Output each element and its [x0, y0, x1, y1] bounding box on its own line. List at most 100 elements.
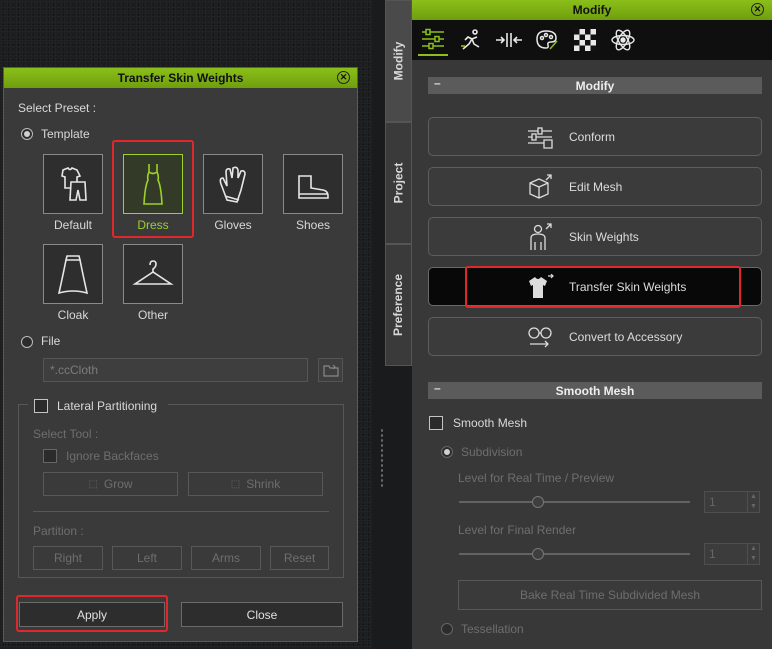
grow-button[interactable]: ⬚ Grow — [43, 472, 178, 496]
tab-project[interactable]: Project — [385, 122, 412, 244]
panel-title-bar: Modify ✕ — [412, 0, 772, 20]
smooth-mesh-section-header[interactable]: – Smooth Mesh — [428, 381, 762, 399]
edit-mesh-label: Edit Mesh — [569, 179, 623, 194]
preset-other-label: Other — [137, 308, 168, 322]
conform-button[interactable]: Conform — [428, 117, 762, 156]
ignore-backfaces-label: Ignore Backfaces — [66, 449, 159, 463]
tab-preference-label: Preference — [391, 273, 406, 337]
lateral-partitioning-checkbox[interactable] — [34, 399, 48, 413]
spin-arrows-icon[interactable]: ▲ ▼ — [747, 544, 759, 564]
glasses-icon — [525, 322, 555, 352]
convert-to-accessory-label: Convert to Accessory — [569, 329, 683, 344]
collapse-icon: – — [434, 381, 441, 395]
template-radio[interactable] — [21, 128, 33, 140]
tessellation-radio[interactable] — [441, 623, 453, 635]
subdivision-radio[interactable] — [441, 446, 453, 458]
skin-weights-icon — [525, 222, 555, 252]
shirt-pants-icon — [43, 154, 103, 214]
glove-icon — [203, 154, 263, 214]
modify-section-header[interactable]: – Modify — [428, 76, 762, 94]
preset-gloves-label: Gloves — [214, 218, 252, 232]
modify-panel: Modify ✕ – Modify Conform Edit Mesh Skin… — [412, 0, 772, 649]
checkerboard-icon[interactable] — [570, 24, 600, 56]
file-label: File — [41, 334, 61, 348]
hanger-icon — [123, 244, 183, 304]
boot-icon — [283, 154, 343, 214]
tab-modify[interactable]: Modify — [385, 0, 412, 122]
apply-highlight-frame — [16, 595, 168, 632]
modify-section-title: Modify — [575, 78, 615, 93]
transfer-highlight-frame — [465, 266, 741, 308]
panel-resize-grip[interactable] — [380, 428, 384, 488]
select-preset-label: Select Preset : — [18, 101, 97, 115]
level-realtime-spinbox[interactable]: 1 ▲ ▼ — [704, 491, 760, 513]
preset-other[interactable]: Other — [123, 244, 183, 322]
lateral-partitioning-label: Lateral Partitioning — [57, 399, 158, 413]
skin-weights-label: Skin Weights — [569, 229, 639, 244]
file-radio[interactable] — [21, 336, 33, 348]
edit-mesh-button[interactable]: Edit Mesh — [428, 167, 762, 206]
dress-highlight-frame — [112, 140, 194, 238]
subdivision-label: Subdivision — [461, 445, 523, 459]
panel-toolbar — [412, 20, 772, 60]
shrink-icon: ⬚ — [230, 478, 241, 490]
preset-cloak[interactable]: Cloak — [43, 244, 103, 322]
tab-preference[interactable]: Preference — [385, 244, 412, 366]
file-path-field[interactable]: *.ccCloth — [43, 358, 308, 382]
partition-arms-button[interactable]: Arms — [191, 546, 261, 570]
close-icon[interactable]: ✕ — [751, 3, 764, 16]
cloak-icon — [43, 244, 103, 304]
smooth-mesh-label: Smooth Mesh — [453, 416, 528, 430]
compress-arrows-icon[interactable] — [494, 24, 524, 56]
sliders-icon[interactable] — [418, 24, 448, 56]
palette-icon[interactable] — [532, 24, 562, 56]
level-realtime-slider[interactable] — [459, 501, 690, 503]
collapse-icon: – — [434, 76, 441, 90]
panel-title: Modify — [572, 3, 612, 17]
cube-icon — [525, 172, 555, 202]
smooth-section-title: Smooth Mesh — [555, 383, 635, 398]
close-icon[interactable]: ✕ — [337, 71, 350, 84]
running-figure-icon[interactable] — [456, 24, 486, 56]
transfer-skin-weights-dialog: Transfer Skin Weights ✕ Select Preset : … — [3, 67, 358, 642]
folder-icon — [322, 364, 339, 377]
ignore-backfaces-checkbox[interactable] — [43, 449, 57, 463]
grow-icon: ⬚ — [88, 478, 98, 490]
convert-to-accessory-button[interactable]: Convert to Accessory — [428, 317, 762, 356]
smooth-mesh-checkbox[interactable] — [429, 416, 443, 430]
level-final-knob[interactable] — [532, 548, 544, 560]
conform-label: Conform — [569, 129, 616, 144]
template-label: Template — [41, 127, 90, 141]
tab-modify-label: Modify — [391, 41, 406, 81]
preset-shoes-label: Shoes — [295, 218, 331, 232]
divider — [33, 511, 329, 512]
level-final-value: 1 — [709, 547, 716, 561]
level-final-label: Level for Final Render — [458, 523, 577, 537]
bake-subdivided-mesh-button[interactable]: Bake Real Time Subdivided Mesh — [458, 580, 762, 610]
level-realtime-value: 1 — [709, 495, 716, 509]
dialog-title: Transfer Skin Weights — [117, 71, 244, 85]
tessellation-label: Tessellation — [461, 622, 524, 636]
level-final-spinbox[interactable]: 1 ▲ ▼ — [704, 543, 760, 565]
preset-gloves[interactable]: Gloves — [203, 154, 263, 232]
preset-shoes[interactable]: Shoes — [283, 154, 343, 232]
preset-cloak-label: Cloak — [57, 308, 89, 322]
partition-reset-button[interactable]: Reset — [270, 546, 329, 570]
skin-weights-button[interactable]: Skin Weights — [428, 217, 762, 256]
partition-right-button[interactable]: Right — [33, 546, 103, 570]
grow-label: Grow — [103, 477, 133, 491]
shrink-label: Shrink — [246, 477, 281, 491]
browse-folder-button[interactable] — [318, 358, 343, 382]
preset-default[interactable]: Default — [43, 154, 103, 232]
level-final-slider[interactable] — [459, 553, 690, 555]
level-realtime-knob[interactable] — [532, 496, 544, 508]
spin-arrows-icon[interactable]: ▲ ▼ — [747, 492, 759, 512]
dialog-title-bar[interactable]: Transfer Skin Weights ✕ — [4, 68, 357, 88]
atom-icon[interactable] — [608, 24, 638, 56]
partition-left-button[interactable]: Left — [112, 546, 182, 570]
shrink-button[interactable]: ⬚ Shrink — [188, 472, 323, 496]
close-button[interactable]: Close — [181, 602, 343, 627]
tab-project-label: Project — [391, 162, 406, 204]
select-tool-label: Select Tool : — [33, 427, 99, 441]
preset-default-label: Default — [53, 218, 93, 232]
